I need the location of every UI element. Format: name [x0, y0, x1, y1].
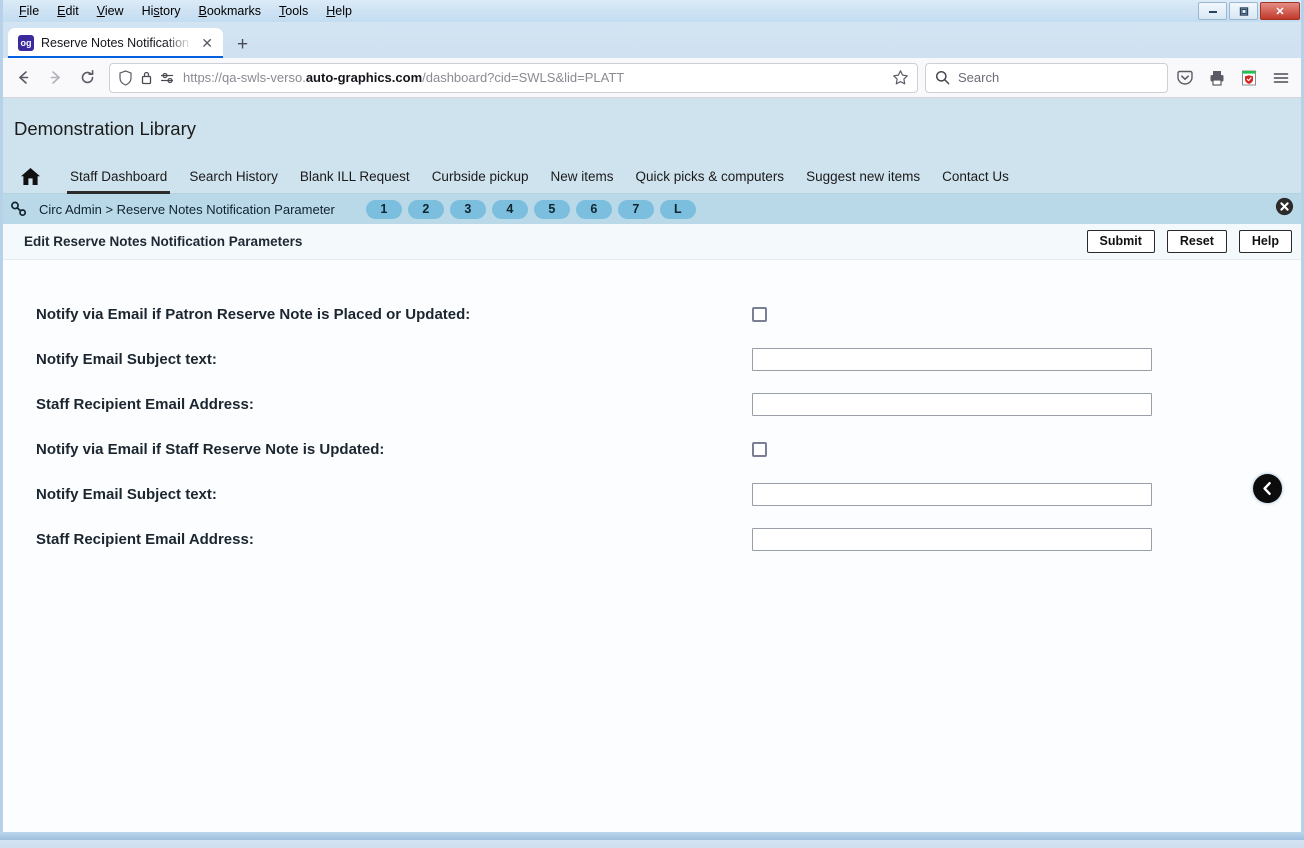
main-navigation: Staff Dashboard Search History Blank ILL…	[0, 160, 1304, 194]
pager-pill-2[interactable]: 2	[407, 199, 444, 219]
browser-tab[interactable]: og Reserve Notes Notification Para ✕	[8, 28, 223, 58]
nav-item-new-items[interactable]: New items	[540, 160, 625, 194]
extension-icon[interactable]	[1234, 63, 1264, 93]
back-arrow-icon[interactable]	[8, 63, 38, 93]
browser-search-bar[interactable]: Search	[925, 62, 1168, 93]
window-titlebar: File Edit View History Bookmarks Tools H…	[0, 0, 1304, 22]
nav-item-blank-ill-request[interactable]: Blank ILL Request	[289, 160, 421, 194]
minimize-button[interactable]	[1198, 2, 1227, 20]
tab-title: Reserve Notes Notification Para	[41, 36, 192, 50]
forward-arrow-icon[interactable]	[40, 63, 70, 93]
menu-file[interactable]: File	[10, 2, 48, 20]
menu-help[interactable]: Help	[317, 2, 361, 20]
staff-notify-email-subject-input[interactable]	[752, 483, 1152, 506]
link-chain-icon	[10, 200, 28, 218]
pager-pill-4[interactable]: 4	[491, 199, 528, 219]
patron-staff-recipient-email-label: Staff Recipient Email Address:	[36, 396, 254, 413]
window-edge-left	[0, 0, 3, 840]
browser-search-placeholder: Search	[958, 70, 1000, 85]
tab-close-icon[interactable]: ✕	[199, 36, 215, 50]
url-path: /dashboard?cid=SWLS&lid=PLATT	[422, 70, 625, 85]
pager-pill-6[interactable]: 6	[575, 199, 612, 219]
new-tab-button[interactable]: +	[237, 35, 248, 54]
app-header: Demonstration Library All Headings	[0, 98, 1304, 289]
form-row: Staff Recipient Email Address:	[0, 517, 1304, 562]
url-bar[interactable]: https://qa-swls-verso.auto-graphics.com/…	[109, 62, 918, 93]
browser-window: File Edit View History Bookmarks Tools H…	[0, 0, 1304, 840]
nav-item-staff-dashboard[interactable]: Staff Dashboard	[59, 160, 178, 194]
nav-item-quick-picks-computers[interactable]: Quick picks & computers	[625, 160, 796, 194]
nav-item-search-history[interactable]: Search History	[178, 160, 289, 194]
close-circle-icon[interactable]	[1275, 197, 1294, 221]
submit-button[interactable]: Submit	[1086, 229, 1155, 254]
permissions-icon[interactable]	[160, 71, 176, 85]
nav-item-suggest-new-items[interactable]: Suggest new items	[795, 160, 931, 194]
chevron-left-icon	[1263, 482, 1271, 495]
menu-history[interactable]: History	[133, 2, 190, 20]
notify-patron-reserve-note-checkbox[interactable]	[752, 307, 767, 322]
menu-bookmarks[interactable]: Bookmarks	[190, 2, 271, 20]
notify-patron-reserve-note-label: Notify via Email if Patron Reserve Note …	[36, 306, 471, 323]
home-icon[interactable]	[20, 167, 41, 186]
pager-pill-3[interactable]: 3	[449, 199, 486, 219]
url-text[interactable]: https://qa-swls-verso.auto-graphics.com/…	[183, 70, 885, 85]
pager-pill-7[interactable]: 7	[617, 199, 654, 219]
tab-active-indicator	[8, 56, 223, 58]
close-window-button[interactable]: ✕	[1260, 2, 1300, 20]
hamburger-menu-icon[interactable]	[1266, 63, 1296, 93]
notify-staff-reserve-note-label: Notify via Email if Staff Reserve Note i…	[36, 441, 385, 458]
lock-icon	[140, 70, 153, 86]
form-row: Notify Email Subject text:	[0, 472, 1304, 517]
staff-staff-recipient-email-input[interactable]	[752, 528, 1152, 551]
page-title: Edit Reserve Notes Notification Paramete…	[24, 234, 303, 249]
back-button[interactable]	[1253, 474, 1282, 503]
patron-staff-recipient-email-input[interactable]	[752, 393, 1152, 416]
menu-tools[interactable]: Tools	[270, 2, 317, 20]
menu-bar: File Edit View History Bookmarks Tools H…	[0, 0, 361, 22]
pager-pill-l[interactable]: L	[659, 199, 696, 219]
browser-toolbar: https://qa-swls-verso.auto-graphics.com/…	[0, 58, 1304, 98]
menu-edit[interactable]: Edit	[48, 2, 88, 20]
reset-button[interactable]: Reset	[1166, 229, 1227, 254]
url-scheme: https://qa-swls-verso.	[183, 70, 306, 85]
help-button[interactable]: Help	[1238, 229, 1292, 254]
library-title: Demonstration Library	[14, 118, 196, 139]
page-title-bar: Edit Reserve Notes Notification Paramete…	[0, 224, 1304, 260]
pager-pill-5[interactable]: 5	[533, 199, 570, 219]
window-bottom-edge	[0, 832, 1304, 840]
nav-item-curbside-pickup[interactable]: Curbside pickup	[421, 160, 540, 194]
reload-icon[interactable]	[72, 63, 102, 93]
tab-favicon-icon: og	[18, 35, 34, 51]
notify-staff-reserve-note-checkbox[interactable]	[752, 442, 767, 457]
bookmark-star-icon[interactable]	[892, 69, 909, 86]
breadcrumb-text: Circ Admin > Reserve Notes Notification …	[39, 201, 335, 217]
restore-button[interactable]	[1229, 2, 1258, 20]
search-icon	[935, 70, 950, 85]
form-row: Notify via Email if Patron Reserve Note …	[0, 292, 1304, 337]
staff-notify-email-subject-label: Notify Email Subject text:	[36, 486, 217, 503]
print-icon[interactable]	[1202, 63, 1232, 93]
form-row: Staff Recipient Email Address:	[0, 382, 1304, 427]
pocket-icon[interactable]	[1170, 63, 1200, 93]
shield-icon	[118, 69, 133, 86]
tab-strip: og Reserve Notes Notification Para ✕ +	[0, 22, 1304, 58]
pager-pill-1[interactable]: 1	[365, 199, 402, 219]
patron-notify-email-subject-input[interactable]	[752, 348, 1152, 371]
form-row: Notify via Email if Staff Reserve Note i…	[0, 427, 1304, 472]
breadcrumb-bar: Circ Admin > Reserve Notes Notification …	[0, 194, 1304, 224]
nav-item-contact-us[interactable]: Contact Us	[931, 160, 1020, 194]
window-controls: ✕	[1198, 2, 1300, 20]
form-row: Notify Email Subject text:	[0, 337, 1304, 382]
staff-staff-recipient-email-label: Staff Recipient Email Address:	[36, 531, 254, 548]
app-header-top: Demonstration Library	[0, 98, 1304, 160]
record-pager: 1 2 3 4 5 6 7 L	[365, 199, 696, 219]
page-actions: Submit Reset Help	[1086, 229, 1292, 254]
form-area: Notify via Email if Patron Reserve Note …	[0, 260, 1304, 834]
page-content: Demonstration Library All Headings	[0, 98, 1304, 834]
patron-notify-email-subject-label: Notify Email Subject text:	[36, 351, 217, 368]
url-domain: auto-graphics.com	[305, 70, 423, 85]
menu-view[interactable]: View	[88, 2, 133, 20]
